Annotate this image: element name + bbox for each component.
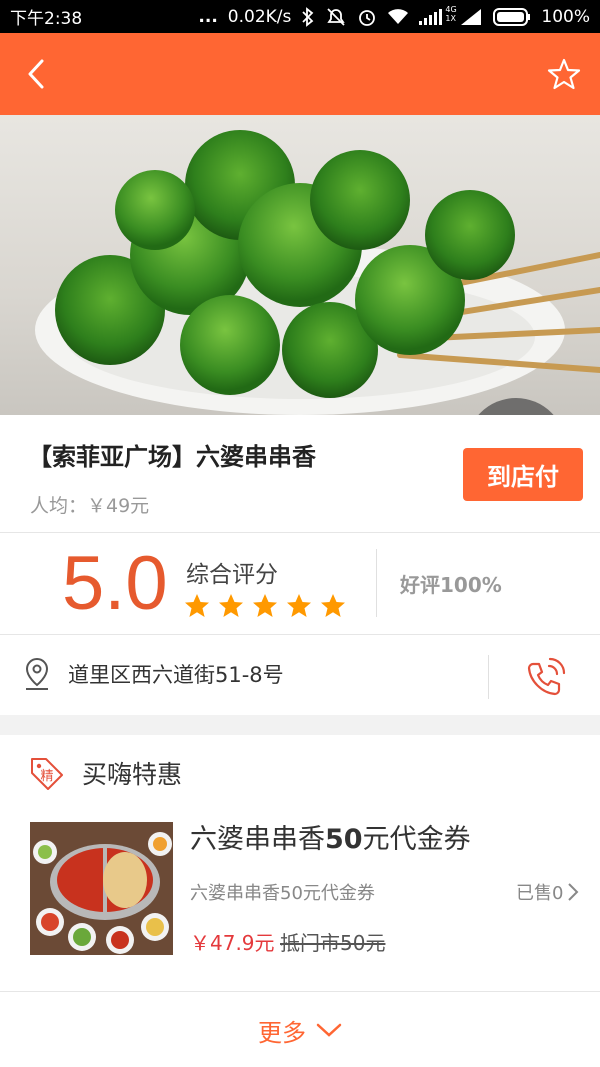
average-price: 人均：￥49元 <box>30 495 150 517</box>
pay-at-store-button[interactable]: 到店付 <box>463 448 583 501</box>
wifi-icon <box>387 8 409 26</box>
status-time: 下午2:38 <box>10 9 83 29</box>
chevron-left-icon <box>28 59 44 89</box>
more-button[interactable]: 更多 <box>0 993 600 1067</box>
star-icon <box>321 594 345 617</box>
rating-section: 5.0 综合评分 好评100% <box>0 533 600 635</box>
rating-label: 综合评分 <box>186 562 278 588</box>
divider <box>376 549 377 617</box>
deal-title-suffix: 元代金券 <box>362 824 471 855</box>
deal-title: 六婆串串香50元代金券 <box>190 817 471 856</box>
location-pin-icon <box>24 657 50 695</box>
sold-label: 已售0 <box>516 883 564 904</box>
network-type-top: 4G <box>445 4 457 14</box>
bluetooth-icon <box>301 6 315 27</box>
status-dots: ... <box>198 6 218 27</box>
battery-percent: 100% <box>541 6 590 27</box>
signal-icon <box>461 8 483 25</box>
star-icon <box>219 594 243 617</box>
network-type-bottom: 1X <box>445 13 456 23</box>
rating-score: 5.0 <box>62 541 168 626</box>
star-outline-icon <box>547 58 581 90</box>
promotions-title: 买嗨特惠 <box>82 760 183 789</box>
shop-photo[interactable]: 5张 <box>0 115 600 415</box>
shop-name: 【索菲亚广场】六婆串串香 <box>28 443 316 471</box>
promotions-header: 精 买嗨特惠 <box>0 735 600 807</box>
status-bar: 下午2:38 ... 0.02K/s 4G 1X 100% <box>0 0 600 33</box>
deal-thumbnail <box>30 822 173 955</box>
mute-icon <box>325 7 347 27</box>
more-label: 更多 <box>258 1018 306 1047</box>
top-app-bar <box>0 33 600 115</box>
deal-title-prefix: 六婆串串香 <box>190 824 325 855</box>
rating-stars <box>184 593 346 619</box>
alarm-icon <box>357 7 377 27</box>
shop-info: 【索菲亚广场】六婆串串香 人均：￥49元 到店付 <box>0 415 600 533</box>
good-review-rate: 好评100% <box>400 573 502 597</box>
back-button[interactable] <box>16 54 56 94</box>
deal-subtitle: 六婆串串香50元代金券 <box>190 883 375 904</box>
broccoli-skewers-photo <box>35 130 600 415</box>
network-speed: 0.02K/s <box>227 6 292 27</box>
tag-icon: 精 <box>28 755 66 797</box>
deal-title-amount: 50 <box>325 824 363 855</box>
phone-icon <box>527 657 566 696</box>
deal-item[interactable]: 六婆串串香50元代金券 六婆串串香50元代金券 已售0 ￥47.9元 抵门市50… <box>0 807 600 992</box>
deal-original-price: 抵门市50元 <box>280 931 386 955</box>
battery-icon <box>493 7 531 26</box>
chevron-right-icon <box>568 883 579 901</box>
signal-4g-icon: 4G 1X <box>419 5 457 25</box>
deal-sold-count: 已售0 <box>516 879 579 905</box>
favorite-button[interactable] <box>544 54 584 94</box>
divider <box>488 655 489 699</box>
star-icon <box>185 594 209 617</box>
section-gap <box>0 715 600 735</box>
call-button[interactable] <box>520 653 570 703</box>
tag-icon-text: 精 <box>40 769 53 784</box>
address-text: 道里区西六道街51-8号 <box>68 663 284 687</box>
star-icon <box>253 594 277 617</box>
chevron-down-icon <box>316 1023 342 1037</box>
star-icon <box>287 594 311 617</box>
address-row[interactable]: 道里区西六道街51-8号 <box>0 635 600 715</box>
deal-price: ￥47.9元 <box>190 931 275 955</box>
